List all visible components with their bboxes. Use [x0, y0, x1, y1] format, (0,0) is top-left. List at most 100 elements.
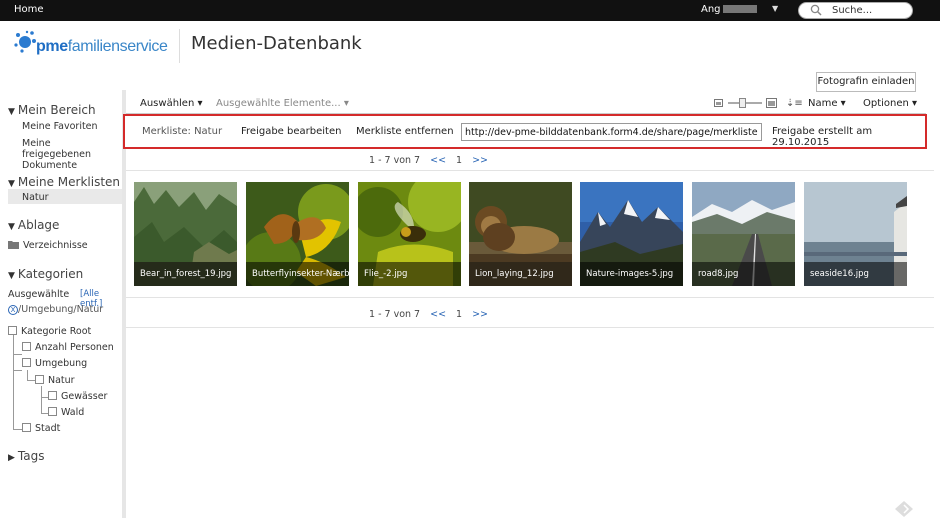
tree-node-natur[interactable]: Natur — [35, 375, 75, 386]
sidebar-item-verzeichnisse[interactable]: Verzeichnisse — [8, 240, 88, 251]
next-page-link[interactable]: >> — [472, 155, 488, 166]
header-divider — [179, 29, 180, 63]
share-created-date: Freigabe erstellt am 29.10.2015 — [772, 126, 873, 148]
image-thumbnail[interactable]: road8.jpg — [692, 182, 795, 286]
section-label: Tags — [17, 449, 45, 463]
image-thumbnail[interactable]: Flie_-2.jpg — [358, 182, 461, 286]
pagination-top: 1 - 7 von 7 << 1 >> — [369, 155, 498, 166]
image-thumbnail[interactable]: Lion_laying_12.jpg — [469, 182, 572, 286]
section-ablage[interactable]: ▼ Ablage — [8, 218, 59, 232]
tree-line — [13, 354, 22, 355]
divider — [126, 297, 934, 298]
remove-filter-icon[interactable]: X — [8, 305, 18, 315]
brand-pme: pme — [36, 38, 68, 55]
category-node-icon — [22, 423, 31, 432]
brand-logo[interactable]: pmefamilienservice — [13, 29, 173, 59]
sidebar-item-label: Meine freigegebenen — [22, 138, 92, 160]
large-thumbnail-icon[interactable] — [766, 98, 777, 108]
folder-icon — [8, 241, 19, 249]
tree-node-label: Natur — [48, 375, 75, 386]
share-url-field[interactable] — [461, 123, 762, 141]
slider-handle[interactable] — [739, 98, 746, 108]
section-mein-bereich[interactable]: ▼ Mein Bereich — [8, 103, 96, 117]
section-kategorien[interactable]: ▼ Kategorien — [8, 267, 83, 281]
image-thumbnail[interactable]: Nature-images-5.jpg — [580, 182, 683, 286]
sort-order-icon[interactable]: ⇣≡ — [786, 98, 803, 109]
current-page: 1 — [456, 309, 463, 320]
remove-merkliste-button[interactable]: Merkliste entfernen — [356, 126, 454, 137]
image-caption: road8.jpg — [692, 262, 795, 286]
invite-photographer-button[interactable]: Fotografin einladen — [816, 72, 916, 92]
sort-name-menu[interactable]: Name ▾ — [808, 98, 846, 109]
toolbar: Auswählen ▾ Ausgewählte Elemente... ▾ ⇣≡… — [126, 92, 926, 114]
tree-node-label: Stadt — [35, 423, 61, 434]
sidebar-item-favoriten[interactable]: Meine Favoriten — [22, 121, 98, 132]
section-label: Kategorien — [17, 267, 84, 281]
home-link[interactable]: Home — [14, 4, 44, 15]
image-thumbnail[interactable]: Butterflyinsekter-Nærbild — [246, 182, 349, 286]
selected-label: Ausgewählte — [8, 289, 70, 300]
section-merklisten[interactable]: ▼ Meine Merklisten — [8, 175, 120, 189]
category-node-icon — [48, 391, 57, 400]
tree-node-wald[interactable]: Wald — [48, 407, 84, 418]
tree-node-stadt[interactable]: Stadt — [22, 423, 60, 434]
user-menu[interactable]: Ang — [701, 4, 757, 15]
active-filter[interactable]: X/Umgebung/Natur — [8, 304, 103, 315]
tree-node-umgebung[interactable]: Umgebung — [22, 358, 87, 369]
tree-node-root[interactable]: Kategorie Root — [8, 326, 91, 337]
sidebar-item-natur[interactable]: Natur — [22, 192, 49, 203]
section-tags[interactable]: ▶ Tags — [8, 449, 45, 463]
sidebar-separator[interactable] — [122, 90, 126, 518]
tree-line — [27, 370, 28, 380]
small-thumbnail-icon[interactable] — [714, 99, 723, 107]
current-page: 1 — [456, 155, 463, 166]
section-label: Ablage — [17, 218, 60, 232]
sidebar: ▼ Mein Bereich Meine Favoriten Meine frei… — [0, 90, 122, 520]
tree-node-label: Kategorie Root — [21, 326, 92, 337]
image-caption: Nature-images-5.jpg — [580, 262, 683, 286]
tree-line — [13, 429, 22, 430]
edit-share-button[interactable]: Freigabe bearbeiten — [241, 126, 341, 137]
thumbnail-size-slider[interactable] — [728, 97, 792, 109]
tree-node-label: Umgebung — [35, 358, 88, 369]
image-caption: Bear_in_forest_19.jpg — [134, 262, 237, 286]
filter-label: /Umgebung/Natur — [18, 304, 104, 315]
divider — [126, 327, 934, 328]
triangle-down-icon: ▼ — [8, 222, 15, 232]
next-page-link[interactable]: >> — [472, 309, 488, 320]
category-node-icon — [35, 375, 44, 384]
options-menu[interactable]: Optionen ▾ — [863, 98, 917, 109]
image-caption: Flie_-2.jpg — [358, 262, 461, 286]
user-name-redacted — [722, 5, 757, 13]
image-thumbnail[interactable]: Bear_in_forest_19.jpg — [134, 182, 237, 286]
tree-line — [41, 386, 42, 413]
brand-familienservice: familienservice — [67, 38, 168, 55]
tree-node-label: Wald — [61, 407, 85, 418]
image-thumbnail[interactable]: seaside16.jpg — [804, 182, 907, 286]
search-input[interactable] — [832, 4, 910, 17]
tree-node-label: Gewässer — [61, 391, 108, 402]
tree-line — [13, 370, 22, 371]
user-name: Ang — [701, 4, 721, 15]
select-menu-button[interactable]: Auswählen ▾ — [140, 98, 203, 109]
chevron-down-icon[interactable]: ▼ — [772, 4, 778, 13]
sidebar-item-freigegeben[interactable]: Meine freigegebenen Dokumente — [22, 138, 122, 171]
sidebar-item-label: Verzeichnisse — [23, 240, 88, 251]
tree-node-gewaesser[interactable]: Gewässer — [48, 391, 107, 402]
section-label: Mein Bereich — [17, 103, 96, 117]
divider — [126, 170, 934, 171]
selected-items-menu[interactable]: Ausgewählte Elemente... ▾ — [216, 98, 349, 109]
search-box[interactable] — [798, 2, 913, 19]
image-caption: seaside16.jpg — [804, 262, 907, 286]
category-node-icon — [48, 407, 57, 416]
scroll-to-top-icon[interactable] — [894, 500, 914, 518]
search-icon — [810, 4, 822, 16]
image-caption: Lion_laying_12.jpg — [469, 262, 572, 286]
prev-page-link[interactable]: << — [430, 155, 446, 166]
image-caption: Butterflyinsekter-Nærbild — [246, 262, 349, 286]
triangle-down-icon: ▼ — [8, 179, 15, 189]
tree-node-anzahl[interactable]: Anzahl Personen — [22, 342, 114, 353]
triangle-down-icon: ▼ — [8, 107, 15, 117]
tree-line — [13, 334, 14, 430]
prev-page-link[interactable]: << — [430, 309, 446, 320]
